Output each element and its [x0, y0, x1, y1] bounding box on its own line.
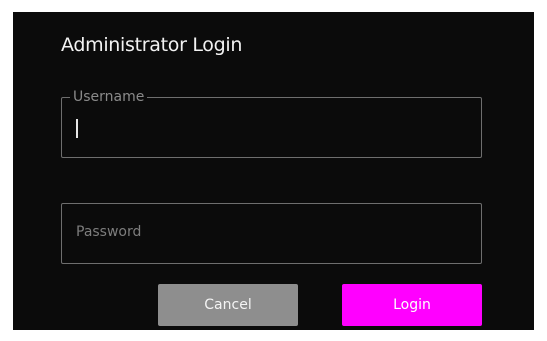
dialog-title: Administrator Login: [61, 34, 243, 56]
login-button[interactable]: Login: [342, 284, 482, 326]
login-dialog: Administrator Login Username Password: [13, 12, 534, 330]
username-field[interactable]: Username: [61, 88, 482, 158]
username-label: Username: [70, 88, 148, 106]
password-placeholder: Password: [76, 224, 142, 240]
password-field[interactable]: Password: [61, 203, 482, 264]
cancel-button[interactable]: Cancel: [158, 284, 298, 326]
text-caret: [76, 119, 78, 138]
